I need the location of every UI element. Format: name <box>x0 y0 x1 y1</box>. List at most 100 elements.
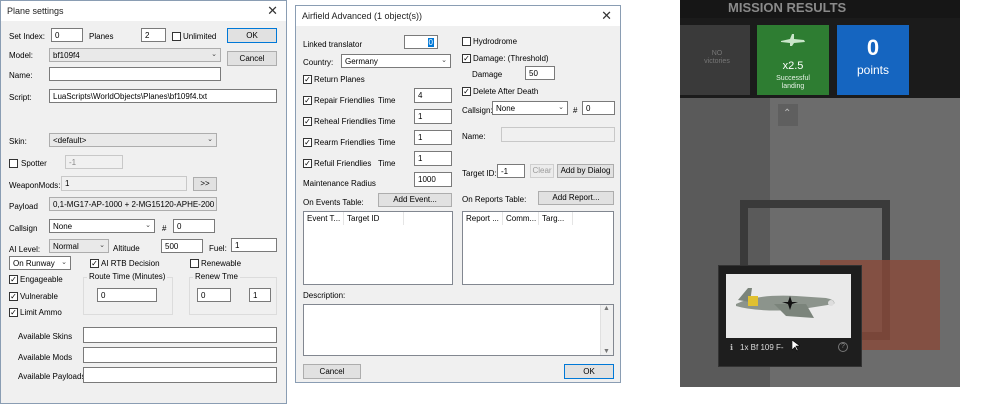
limit-ammo-checkbox[interactable]: ✓ <box>9 308 18 317</box>
engageable-checkbox[interactable]: ✓ <box>9 275 18 284</box>
points-value: 0 <box>866 35 880 60</box>
collapse-button[interactable]: ⌃ <box>778 104 798 126</box>
points-label: points <box>856 63 890 77</box>
refuil-friendlies-label: Refuil Friendlies <box>314 159 372 168</box>
airfield-title: Airfield Advanced (1 object(s)) <box>302 11 423 21</box>
vulnerable-label: Vulnerable <box>20 292 58 301</box>
available-mods-label: Available Mods <box>18 353 73 362</box>
start-position-value: On Runway <box>13 259 55 268</box>
route-time-field[interactable]: 0 <box>97 288 157 302</box>
weaponmods-field[interactable]: 1 <box>61 176 187 191</box>
spotter-label: Spotter <box>21 159 47 168</box>
altitude-label: Altitude <box>113 244 140 253</box>
chevron-up-icon: ⌃ <box>783 108 792 119</box>
planes-label: Planes <box>89 32 114 41</box>
payload-select[interactable]: 0,1-MG17-AP-1000 + 2-MG15120-APHE-200 ⌄ <box>49 197 217 211</box>
reports-col-command[interactable]: Comm... <box>503 212 539 225</box>
callsign-number-field[interactable]: 0 <box>173 219 215 233</box>
hydrodrome-checkbox[interactable] <box>462 37 471 46</box>
callsign-select[interactable]: None ⌄ <box>49 219 155 233</box>
return-planes-label: Return Planes <box>314 75 365 84</box>
chevron-down-icon: ⌄ <box>145 222 151 229</box>
name-field[interactable] <box>49 67 221 81</box>
fuel-field[interactable]: 1 <box>231 238 277 252</box>
reports-col-target[interactable]: Targ... <box>539 212 573 225</box>
repair-friendlies-checkbox[interactable]: ✓ <box>303 96 312 105</box>
renew-time-field-b[interactable]: 1 <box>249 288 271 302</box>
refuil-friendlies-checkbox[interactable]: ✓ <box>303 159 312 168</box>
target-id-field[interactable]: -1 <box>497 164 525 178</box>
refuil-time-field[interactable]: 1 <box>414 151 452 166</box>
model-select[interactable]: bf109f4 ⌄ <box>49 48 221 62</box>
start-position-select[interactable]: On Runway ⌄ <box>9 256 71 270</box>
add-by-dialog-button[interactable]: Add by Dialog <box>557 164 614 178</box>
help-icon[interactable]: ? <box>838 342 848 352</box>
multiplier-value: x2.5 <box>782 60 804 72</box>
repair-time-field[interactable]: 4 <box>414 88 452 103</box>
renew-time-field-a[interactable]: 0 <box>197 288 231 302</box>
cancel-button[interactable]: Cancel <box>227 51 277 66</box>
events-table[interactable]: Event T... Target ID <box>303 211 453 285</box>
refuil-time-label: Time <box>378 159 396 168</box>
available-skins-field[interactable] <box>83 327 277 343</box>
reports-table[interactable]: Report ... Comm... Targ... <box>462 211 614 285</box>
altitude-field[interactable]: 500 <box>161 239 203 253</box>
damage-threshold-checkbox[interactable]: ✓ <box>462 54 471 63</box>
scroll-down-icon[interactable]: ▼ <box>603 348 610 355</box>
successful-landing-label: Successful landing <box>776 75 810 90</box>
return-planes-checkbox[interactable]: ✓ <box>303 75 312 84</box>
reheal-friendlies-checkbox[interactable]: ✓ <box>303 117 312 126</box>
ai-rtb-checkbox[interactable]: ✓ <box>90 259 99 268</box>
country-select[interactable]: Germany ⌄ <box>341 54 451 68</box>
events-col-target-id[interactable]: Target ID <box>344 212 404 225</box>
unlimited-checkbox[interactable] <box>172 32 181 41</box>
callsign-select[interactable]: None ⌄ <box>492 101 568 115</box>
description-field[interactable]: ▲ ▼ <box>303 304 614 356</box>
ok-button[interactable]: OK <box>564 364 614 379</box>
add-report-button[interactable]: Add Report... <box>538 191 614 205</box>
vulnerable-checkbox[interactable]: ✓ <box>9 292 18 301</box>
maintenance-radius-field[interactable]: 1000 <box>414 172 452 187</box>
available-mods-field[interactable] <box>83 347 277 363</box>
events-col-event-type[interactable]: Event T... <box>304 212 344 225</box>
scroll-up-icon[interactable]: ▲ <box>603 305 610 312</box>
reports-table-label: On Reports Table: <box>462 195 527 204</box>
ai-rtb-label: AI RTB Decision <box>101 259 160 268</box>
delete-after-death-checkbox[interactable]: ✓ <box>462 87 471 96</box>
plane-settings-titlebar[interactable]: Plane settings ✕ <box>1 1 286 21</box>
airfield-advanced-window: Airfield Advanced (1 object(s)) ✕ Linked… <box>295 5 621 383</box>
available-payloads-label: Available Payloads <box>18 372 86 381</box>
renewable-checkbox[interactable] <box>190 259 199 268</box>
reheal-time-label: Time <box>378 117 396 126</box>
cancel-button[interactable]: Cancel <box>303 364 361 379</box>
renew-time-label: Renew Tme <box>193 272 240 281</box>
linked-translator-field[interactable]: 0 <box>404 35 438 49</box>
damage-field[interactable]: 50 <box>525 66 555 80</box>
model-value: bf109f4 <box>53 51 80 60</box>
clear-button[interactable]: Clear <box>530 164 554 178</box>
spotter-field: -1 <box>65 155 123 169</box>
available-payloads-field[interactable] <box>83 367 277 383</box>
spotter-checkbox[interactable] <box>9 159 18 168</box>
reports-col-report[interactable]: Report ... <box>463 212 503 225</box>
set-index-field[interactable]: 0 <box>51 28 83 42</box>
add-event-button[interactable]: Add Event... <box>378 193 452 207</box>
rearm-friendlies-checkbox[interactable]: ✓ <box>303 138 312 147</box>
weaponmods-more-button[interactable]: >> <box>193 177 217 191</box>
ok-button[interactable]: OK <box>227 28 277 43</box>
weaponmods-label: WeaponMods: <box>9 181 61 190</box>
callsign-number-field[interactable]: 0 <box>582 101 615 115</box>
ai-level-select[interactable]: Normal ⌄ <box>49 239 109 253</box>
rearm-time-field[interactable]: 1 <box>414 130 452 145</box>
close-icon[interactable]: ✕ <box>267 3 278 19</box>
description-scrollbar[interactable]: ▲ ▼ <box>600 305 613 355</box>
skin-select[interactable]: <default> ⌄ <box>49 133 217 147</box>
close-icon[interactable]: ✕ <box>601 8 612 24</box>
planes-field[interactable]: 2 <box>141 28 166 42</box>
info-icon[interactable]: ℹ <box>730 343 733 352</box>
reheal-time-field[interactable]: 1 <box>414 109 452 124</box>
script-field[interactable]: LuaScripts\WorldObjects\Planes\bf109f4.t… <box>49 89 277 103</box>
chevron-down-icon: ⌄ <box>207 136 213 143</box>
airfield-titlebar[interactable]: Airfield Advanced (1 object(s)) ✕ <box>296 6 620 26</box>
rearm-friendlies-label: Rearm Friendlies <box>314 138 375 147</box>
